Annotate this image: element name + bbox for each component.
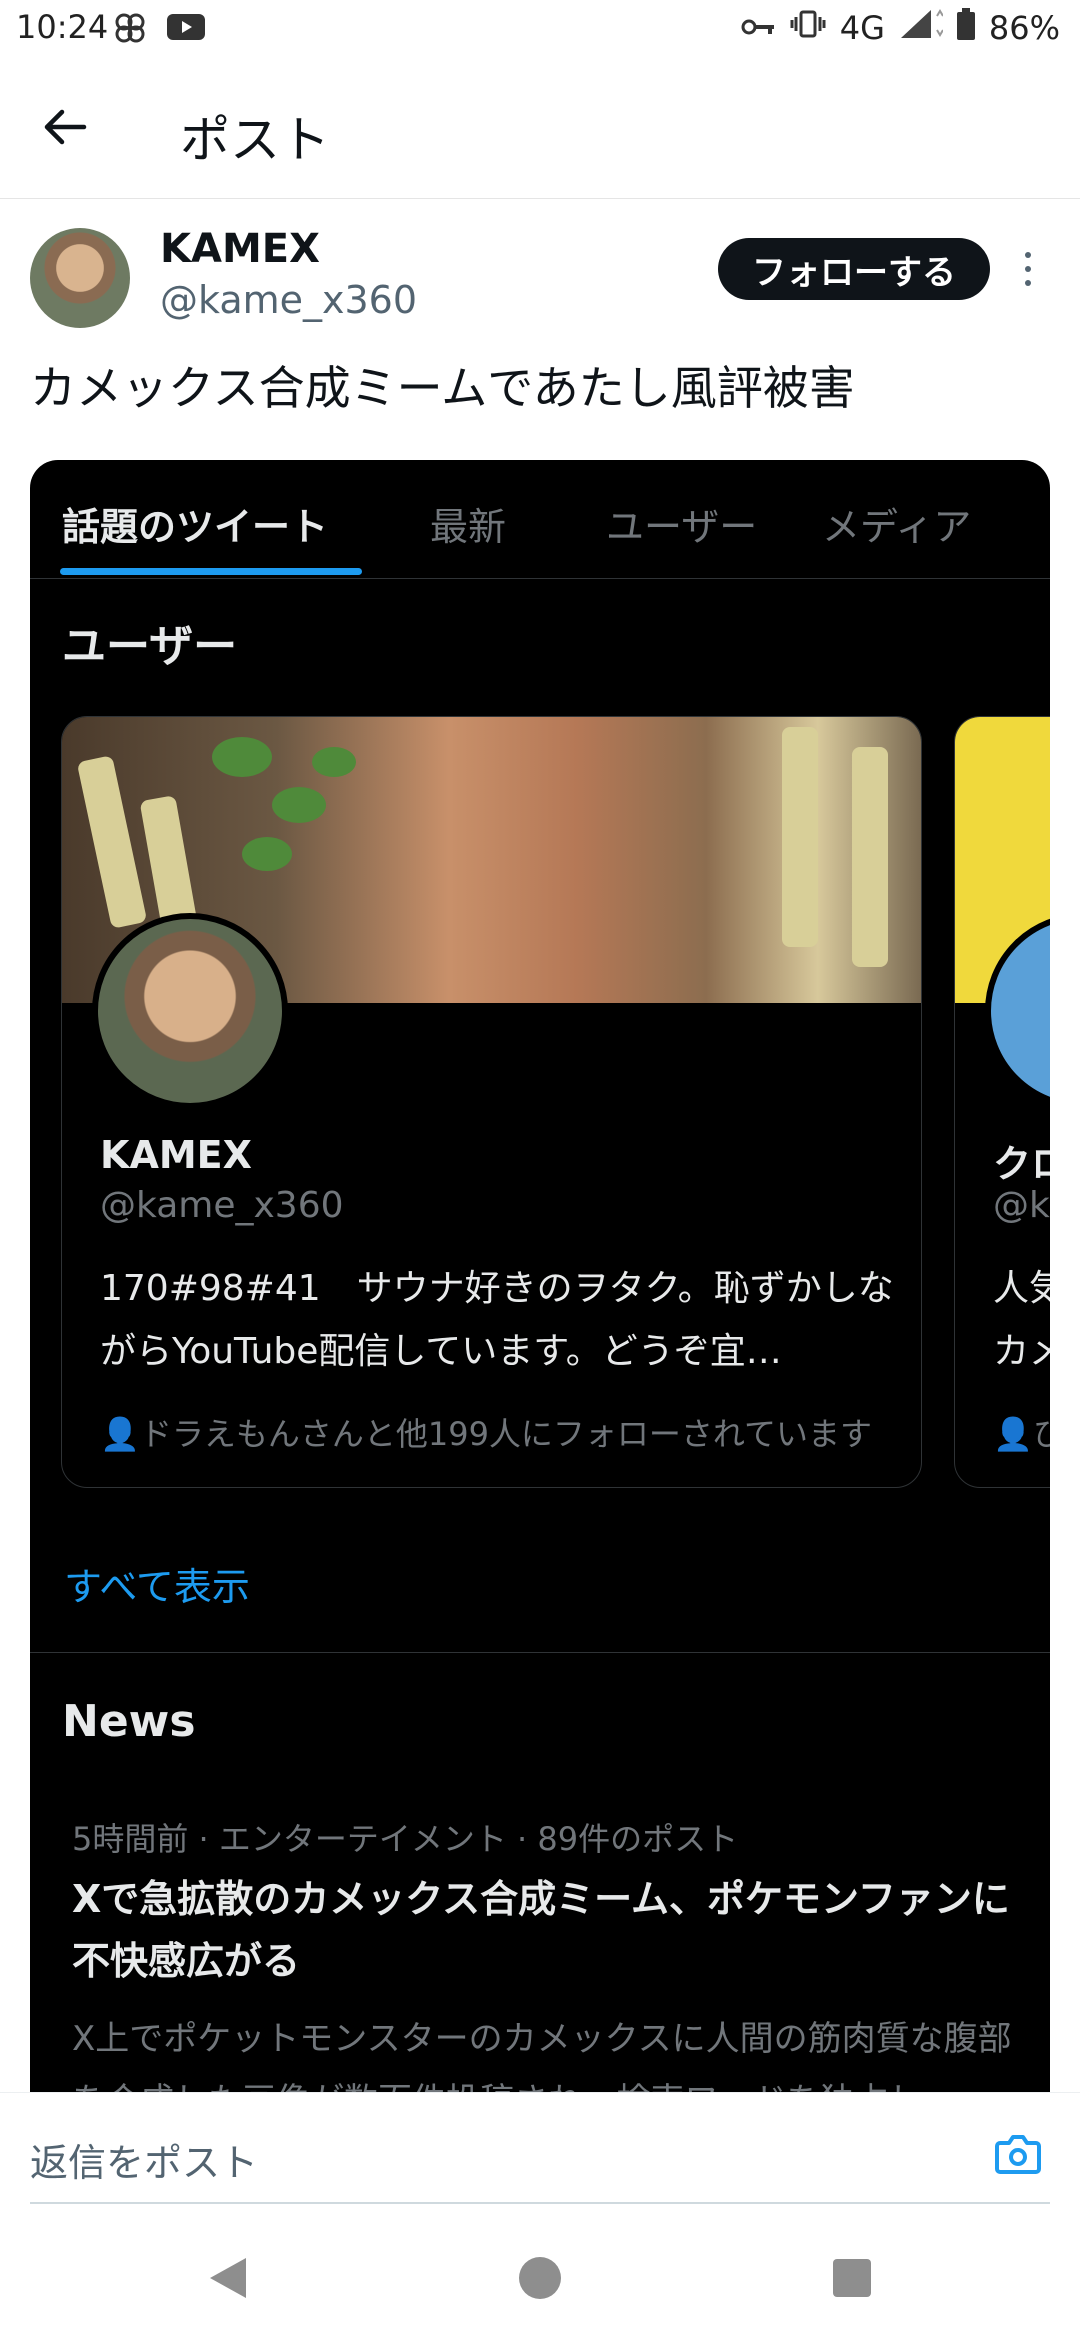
person-icon: 👤: [993, 1415, 1033, 1453]
vibrate-icon: [790, 9, 826, 47]
follow-button[interactable]: フォローする: [718, 238, 990, 300]
network-type: 4G: [839, 9, 885, 47]
nav-recents-icon[interactable]: [832, 2258, 872, 2302]
tab-users[interactable]: ユーザー: [606, 496, 757, 551]
author-name[interactable]: KAMEX: [160, 226, 320, 272]
post-text: カメックス合成ミームであたし風評被害: [30, 361, 855, 415]
reply-input[interactable]: 返信をポスト: [30, 2132, 258, 2187]
user-card-partial[interactable]: クロ @ka 人気 カメ 👤ひ: [954, 716, 1050, 1488]
tab-media[interactable]: メディア: [822, 496, 971, 551]
page-title: ポスト: [180, 111, 330, 169]
status-bar: 10:24 4G 86%: [0, 0, 1080, 56]
users-section-heading: ユーザー: [62, 621, 238, 672]
news-summary: X上でポケットモンスターのカメックスに人間の筋肉質な腹部を合成した画像が数百件投…: [72, 2019, 1012, 2100]
search-tabs: 話題のツイート 最新 ユーザー メディア: [30, 460, 1050, 579]
embedded-media[interactable]: 話題のツイート 最新 ユーザー メディア ユーザー KAMEX @kame_x3…: [30, 460, 1050, 2100]
back-arrow-icon[interactable]: [40, 102, 100, 152]
partial-card-name: クロ: [993, 1142, 1050, 1186]
battery-level: 86%: [988, 9, 1060, 47]
author-handle[interactable]: @kame_x360: [160, 278, 417, 322]
partial-followed-text: ひ: [1033, 1415, 1050, 1453]
news-headline[interactable]: Xで急拡散のカメックス合成ミーム、ポケモンファンに不快感広がる: [72, 1868, 1012, 1992]
active-tab-indicator: [60, 568, 362, 575]
person-icon: 👤: [100, 1415, 140, 1453]
pinwheel-icon: [112, 10, 148, 54]
app-header: ポスト: [0, 56, 1080, 199]
partial-card-followed-by: 👤ひ: [993, 1409, 1050, 1455]
youtube-icon: [166, 12, 206, 50]
author-avatar[interactable]: [30, 228, 130, 328]
user-card-handle: @kame_x360: [100, 1185, 344, 1226]
nav-home-icon[interactable]: [518, 2256, 562, 2304]
system-nav-bar: [0, 2204, 1080, 2340]
partial-card-handle: @ka: [993, 1185, 1050, 1226]
tab-top-tweets[interactable]: 話題のツイート: [62, 496, 328, 551]
user-card[interactable]: KAMEX @kame_x360 170#98#41 サウナ好きのヲタク。恥ずか…: [61, 716, 922, 1488]
user-card-name: KAMEX: [100, 1133, 252, 1177]
more-options-icon[interactable]: [1020, 252, 1036, 292]
key-icon: [740, 9, 776, 47]
section-divider: [30, 1652, 1050, 1653]
partial-card-bio: 人気 カメ: [993, 1257, 1050, 1383]
news-meta: 5時間前 · エンターテイメント · 89件のポスト: [72, 1820, 739, 1858]
partial-bio-line: 人気: [993, 1268, 1050, 1309]
followed-by-text: ドラえもんさんと他199人にフォローされています: [139, 1415, 872, 1453]
user-card-followed-by: 👤ドラえもんさんと他199人にフォローされています: [100, 1409, 872, 1455]
tab-latest[interactable]: 最新: [430, 496, 506, 551]
news-section-heading: News: [62, 1696, 196, 1747]
partial-bio-line: カメ: [993, 1331, 1050, 1372]
user-card-bio: 170#98#41 サウナ好きのヲタク。恥ずかしながらYouTube配信していま…: [100, 1268, 894, 1372]
user-card-avatar: [92, 913, 288, 1109]
status-time: 10:24: [16, 8, 109, 46]
show-all-link[interactable]: すべて表示: [64, 1556, 250, 1611]
nav-back-icon[interactable]: [208, 2256, 248, 2304]
camera-icon[interactable]: [994, 2133, 1042, 2175]
battery-icon: [956, 8, 975, 48]
signal-icon: [899, 8, 944, 48]
